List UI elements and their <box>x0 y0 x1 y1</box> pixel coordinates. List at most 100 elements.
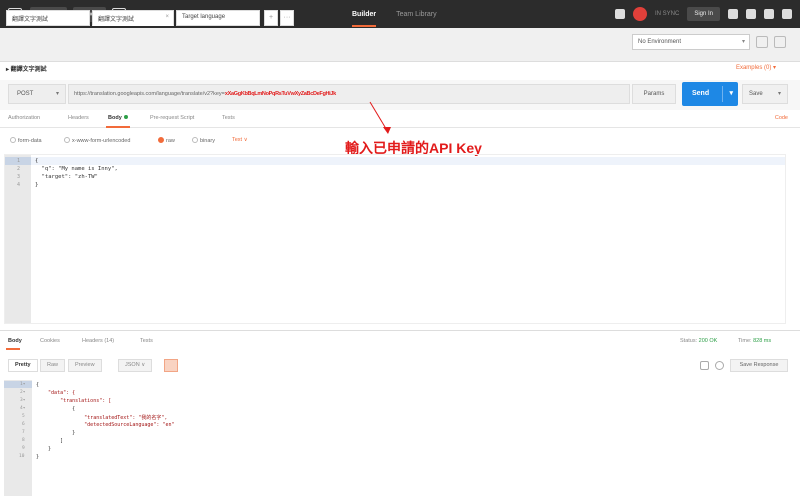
radio-raw[interactable]: raw <box>158 137 175 144</box>
code-line: { <box>36 382 40 388</box>
code-line: "data": { <box>36 390 76 396</box>
code-line: } <box>36 446 52 452</box>
interceptor-icon[interactable] <box>614 9 625 19</box>
request-tab-label: 翻譯文字測試 <box>98 17 135 23</box>
response-tab-headers[interactable]: Headers (14) <box>82 338 114 344</box>
code-line: } <box>36 430 76 436</box>
radio-label: raw <box>166 138 175 144</box>
tab-tests[interactable]: Tests <box>222 115 235 121</box>
send-label: Send <box>692 90 710 97</box>
request-body-editor[interactable]: 1 2 3 4 { "q": "My name is Inny", "targe… <box>4 154 786 324</box>
api-key-redacted: xXaGgKbBqLmNoPqRsTuVwXyZaBcDeFgHiJk <box>224 91 336 97</box>
radio-circle <box>64 137 70 143</box>
radio-circle-selected <box>158 137 164 143</box>
line-number: 4 <box>17 182 21 188</box>
save-response-button[interactable]: Save Response <box>730 359 788 372</box>
section-divider[interactable] <box>0 330 800 331</box>
chevron-down-icon[interactable]: ▾ <box>729 82 733 106</box>
environment-select[interactable]: No Environment <box>632 34 750 50</box>
method-select[interactable]: POST <box>8 84 66 104</box>
code-line: ] <box>36 438 64 444</box>
active-line <box>31 157 785 165</box>
url-prefix: https://translation.googleapis.com/langu… <box>74 91 225 97</box>
line-number: 3▾ <box>20 398 26 403</box>
send-divider <box>722 86 723 102</box>
line-number: 4▾ <box>20 406 26 411</box>
tab-authorization[interactable]: Authorization <box>8 115 40 121</box>
close-icon[interactable]: × <box>165 14 169 20</box>
radio-binary[interactable]: binary <box>192 137 215 144</box>
radio-circle <box>10 137 16 143</box>
wrap-lines-icon[interactable] <box>164 359 178 372</box>
time-readout: Time: 828 ms <box>738 338 771 344</box>
line-number: 2▾ <box>20 390 26 395</box>
time-label: Time: <box>738 338 752 344</box>
line-number: 7 <box>22 430 25 435</box>
line-number: 1 <box>17 158 21 164</box>
radio-form-data[interactable]: form-data <box>10 137 42 144</box>
copy-icon[interactable] <box>700 361 709 370</box>
code-link[interactable]: Code <box>775 115 788 121</box>
radio-label: x-www-form-urlencoded <box>72 138 131 144</box>
line-number: 9 <box>22 446 25 451</box>
sync-status-icon[interactable] <box>632 7 647 21</box>
examples-dropdown[interactable]: Examples (0) ▾ <box>736 64 776 71</box>
eye-icon[interactable] <box>756 36 768 48</box>
request-tab-label: Target language <box>182 14 226 20</box>
pretty-button[interactable]: Pretty <box>8 359 38 372</box>
search-icon[interactable] <box>715 361 724 370</box>
request-tab[interactable]: Target language <box>176 10 260 26</box>
radio-circle <box>192 137 198 143</box>
line-number: 5 <box>22 414 25 419</box>
gear-icon[interactable] <box>774 36 786 48</box>
wrench-icon[interactable] <box>764 9 774 19</box>
request-title[interactable]: ▸ 翻譯文字測試 <box>6 64 47 73</box>
response-tab-cookies[interactable]: Cookies <box>40 338 60 344</box>
raw-button[interactable]: Raw <box>40 359 66 372</box>
notifications-icon[interactable] <box>746 9 756 19</box>
line-number: 10 <box>19 454 25 459</box>
code-line: "translatedText": "我的名字", <box>36 415 168 421</box>
response-tab-tests[interactable]: Tests <box>140 338 153 344</box>
tab-team-library[interactable]: Team Library <box>396 11 436 18</box>
line-number: 1▾ <box>20 382 26 387</box>
request-tab-active[interactable]: 翻譯文字測試 × <box>92 10 174 26</box>
preview-button[interactable]: Preview <box>68 359 102 372</box>
radio-label: binary <box>200 138 215 144</box>
tab-body-label: Body <box>108 115 122 121</box>
line-gutter <box>5 155 31 323</box>
radio-urlencoded[interactable]: x-www-form-urlencoded <box>64 137 130 144</box>
tab-pre-request-script[interactable]: Pre-request Script <box>150 115 194 121</box>
response-tab-body[interactable]: Body <box>8 338 22 344</box>
params-button[interactable]: Params <box>632 84 676 104</box>
status-label: Status: <box>680 338 698 344</box>
send-button[interactable]: Send ▾ <box>682 82 738 106</box>
more-tabs-button[interactable]: ··· <box>280 10 294 26</box>
format-select[interactable]: JSON ∨ <box>118 359 153 372</box>
line-gutter <box>4 380 32 496</box>
line-number: 6 <box>22 422 25 427</box>
tab-headers[interactable]: Headers <box>68 115 89 121</box>
code-line: { <box>36 406 76 412</box>
time-value: 828 ms <box>753 338 772 344</box>
status-readout: Status: 200 OK <box>680 338 717 344</box>
request-tab[interactable]: 翻譯文字測試 <box>6 10 90 26</box>
body-indicator-icon <box>123 115 128 119</box>
url-input[interactable]: https://translation.googleapis.com/langu… <box>68 84 630 104</box>
content-type-dropdown[interactable]: Text ∨ <box>232 137 248 143</box>
sign-in-button[interactable]: Sign In <box>687 7 720 21</box>
response-body-viewer[interactable]: 1▾ 2▾ 3▾ 4▾ 5 6 7 8 9 10 { "data": { "tr… <box>4 380 786 496</box>
request-tab-label: 翻譯文字測試 <box>12 17 49 23</box>
line-number: 2 <box>17 166 21 172</box>
code-line: { <box>35 158 39 164</box>
tab-builder[interactable]: Builder <box>352 11 377 27</box>
sync-label: IN SYNC <box>654 11 680 17</box>
settings-icon[interactable] <box>728 9 738 19</box>
radio-label: form-data <box>18 138 42 144</box>
tab-body[interactable]: Body <box>108 115 128 121</box>
code-line: "translations": [ <box>36 398 112 404</box>
save-button[interactable]: Save <box>742 84 788 104</box>
code-line: "target": "zh-TW" <box>35 174 98 180</box>
heart-icon[interactable] <box>782 9 792 19</box>
new-tab-button[interactable]: + <box>264 10 278 26</box>
